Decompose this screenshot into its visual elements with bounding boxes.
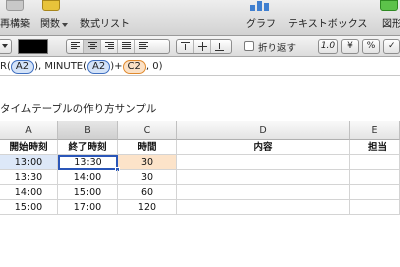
cell-e4[interactable]: [350, 185, 400, 200]
cell-c2[interactable]: 30: [118, 155, 177, 170]
cell-e2[interactable]: [350, 155, 400, 170]
toolbar-formula-list-button[interactable]: 数式リスト: [78, 0, 158, 36]
align-center-button[interactable]: [84, 40, 101, 53]
wrap-text-label: 折り返す: [258, 43, 297, 54]
toolbar-sort-label: 再構築: [0, 19, 30, 30]
sort-icon: [6, 0, 24, 11]
cell-d3[interactable]: [177, 170, 350, 185]
cell-d4[interactable]: [177, 185, 350, 200]
valign-top-icon: [181, 42, 190, 43]
toolbar-shapes-button[interactable]: 図形: [372, 0, 400, 36]
checkmark-icon: ✓: [388, 41, 396, 51]
cell-b4[interactable]: 15:00: [58, 185, 118, 200]
toolbar-textbox-label: テキストボックス: [288, 19, 368, 30]
align-auto-icon: [139, 42, 148, 51]
sheet-title: タイムテーブルの作り方サンプル: [0, 103, 157, 115]
column-header-e[interactable]: E: [350, 121, 400, 140]
cell-c3[interactable]: 30: [118, 170, 177, 185]
shapes-icon: [380, 0, 398, 11]
formula-reference-a2: A2: [10, 60, 35, 74]
percent-format-button[interactable]: %: [362, 39, 380, 54]
cell-d5[interactable]: [177, 200, 350, 215]
cell-a5[interactable]: 15:00: [0, 200, 58, 215]
column-header-b[interactable]: B: [58, 121, 118, 140]
formula-text-plus: )+: [110, 61, 123, 72]
formula-text-prefix: R(: [0, 61, 11, 72]
dropdown-arrow-icon: [62, 23, 68, 27]
align-left-button[interactable]: [67, 40, 84, 53]
cell-a1[interactable]: 開始時刻: [0, 140, 58, 155]
toolbar-textbox-button[interactable]: テキストボックス: [288, 0, 368, 36]
toolbar-chart-button[interactable]: グラフ: [242, 0, 282, 36]
align-center-icon: [88, 42, 97, 51]
column-header-c[interactable]: C: [118, 121, 177, 140]
cell-e3[interactable]: [350, 170, 400, 185]
cell-c5[interactable]: 120: [118, 200, 177, 215]
align-justify-icon: [122, 42, 131, 51]
align-auto-button[interactable]: [135, 40, 152, 53]
cell-a2[interactable]: 13:00: [0, 155, 58, 170]
cell-a4[interactable]: 14:00: [0, 185, 58, 200]
valign-top-button[interactable]: [177, 40, 194, 53]
cell-e1[interactable]: 担当: [350, 140, 400, 155]
cell-c1[interactable]: 時間: [118, 140, 177, 155]
toolbar-functions-label: 関数: [40, 19, 60, 30]
decimal-format-button[interactable]: 1.0: [318, 39, 338, 54]
formula-reference-c2: C2: [122, 60, 146, 74]
cell-c4[interactable]: 60: [118, 185, 177, 200]
column-header-d[interactable]: D: [177, 121, 350, 140]
format-checkbox-button[interactable]: ✓: [383, 39, 400, 54]
chart-icon: [248, 0, 272, 11]
toolbar-functions-button[interactable]: 関数: [38, 0, 68, 36]
cell-b1[interactable]: 終了時刻: [58, 140, 118, 155]
cell-b3[interactable]: 14:00: [58, 170, 118, 185]
toolbar-sort-button[interactable]: 再構築: [0, 0, 34, 36]
currency-format-button[interactable]: ¥: [341, 39, 359, 54]
cell-d2[interactable]: [177, 155, 350, 170]
column-header-a[interactable]: A: [0, 121, 58, 140]
valign-middle-button[interactable]: [194, 40, 211, 53]
format-bar: 折り返す 1.0 ¥ % ✓: [0, 36, 400, 57]
toolbar-chart-label: グラフ: [246, 19, 276, 30]
vertical-alignment-buttons: [176, 39, 232, 54]
align-right-icon: [105, 42, 114, 51]
cell-b2[interactable]: 13:30: [58, 155, 118, 170]
function-icon: [42, 0, 60, 11]
wrap-text-checkbox[interactable]: [244, 41, 254, 51]
formula-reference-a2-second: A2: [87, 60, 111, 74]
valign-bottom-icon: [215, 50, 224, 51]
align-right-button[interactable]: [101, 40, 118, 53]
cell-e5[interactable]: [350, 200, 400, 215]
text-color-well[interactable]: [18, 39, 48, 54]
formula-bar[interactable]: R(A2), MINUTE(A2)+ C2, 0): [0, 58, 400, 76]
cell-a3[interactable]: 13:30: [0, 170, 58, 185]
toolbar-formula-list-label: 数式リスト: [80, 19, 130, 30]
cell-b5[interactable]: 17:00: [58, 200, 118, 215]
formula-text-suffix: , 0): [145, 61, 163, 72]
cell-d1[interactable]: 内容: [177, 140, 350, 155]
valign-bottom-button[interactable]: [211, 40, 228, 53]
align-left-icon: [71, 42, 80, 51]
font-size-stepper[interactable]: [0, 39, 12, 54]
formula-text-mid: ), MINUTE(: [34, 61, 88, 72]
stepper-arrows-icon: [2, 44, 8, 48]
toolbar: 再構築 関数 数式リスト グラフ テキストボックス 図形: [0, 0, 400, 36]
alignment-buttons: [66, 39, 170, 54]
toolbar-shapes-label: 図形: [382, 19, 400, 30]
align-justify-button[interactable]: [118, 40, 135, 53]
